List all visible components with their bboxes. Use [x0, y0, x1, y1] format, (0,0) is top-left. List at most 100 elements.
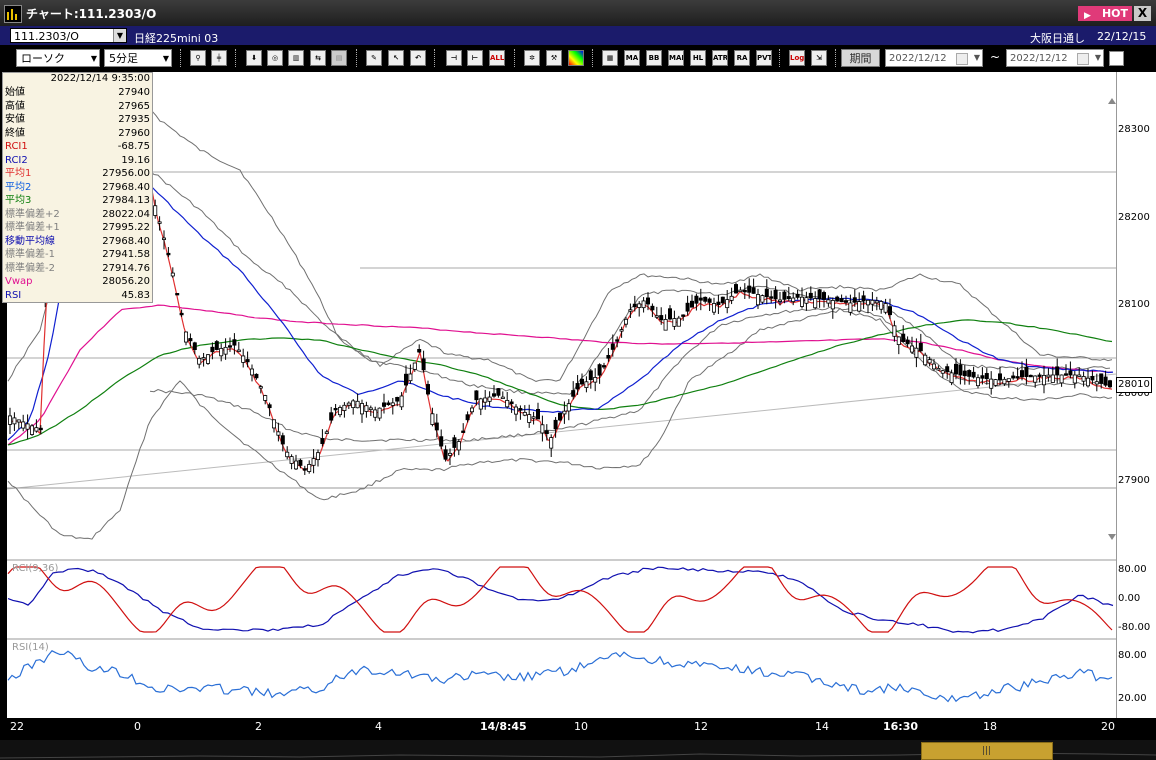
info-row: RCI2 19.16 [5, 154, 150, 167]
candle-shrink-icon[interactable]: ⊣ [446, 50, 462, 66]
info-label: RSI [5, 289, 22, 301]
scrollbar-thumb[interactable]: ||| [921, 742, 1053, 760]
table-icon[interactable]: ▦ [602, 50, 618, 66]
info-label: 平均2 [5, 181, 32, 193]
info-value: 27968.40 [102, 235, 150, 247]
disabled-tool-icon[interactable]: ▤ [331, 50, 347, 66]
info-value: 28022.04 [102, 208, 150, 220]
rsi-axis-label: 20.00 [1118, 693, 1147, 704]
info-value: 27965 [118, 100, 150, 112]
toolbar-separator [356, 49, 359, 67]
toolbar-separator [235, 49, 238, 67]
rari-button[interactable]: RA RI [734, 50, 750, 66]
time-tick-label: 20 [1101, 720, 1115, 733]
settings-icon[interactable]: ✲ [524, 50, 540, 66]
window-title: チャート:111.2303/O [26, 7, 157, 21]
price-tick-label: 28100 [1118, 299, 1150, 310]
grip-icon: ||| [982, 746, 992, 756]
price-tick-label: 28200 [1118, 212, 1150, 223]
pointer-icon[interactable]: ↖ [388, 50, 404, 66]
info-row: 標準偏差+1 27995.22 [5, 221, 150, 234]
period-button[interactable]: 期間 [841, 49, 880, 67]
symbol-code-combo[interactable]: 111.2303/O ▼ [10, 28, 127, 43]
grid-icon[interactable]: ╪ [211, 50, 227, 66]
toolbar-separator [835, 49, 838, 67]
chevron-down-icon[interactable]: ▼ [113, 29, 126, 42]
current-date: 22/12/15 [1097, 30, 1147, 43]
info-value: 19.16 [121, 154, 150, 166]
bb-button[interactable]: BB [646, 50, 662, 66]
info-row: 平均1 27956.00 [5, 167, 150, 180]
info-value: 27940 [118, 87, 150, 98]
toolbar-separator [779, 49, 782, 67]
search-chart-icon[interactable]: ◎ [267, 50, 283, 66]
date-from-field[interactable]: 2022/12/12 ▼ [885, 49, 983, 67]
info-label: RCI2 [5, 154, 28, 166]
bar-chart-icon[interactable]: ▥ [288, 50, 304, 66]
info-row: Vwap 28056.20 [5, 275, 150, 288]
info-value: -68.75 [117, 141, 150, 152]
interval-select[interactable]: 5分足 ▼ [104, 49, 172, 67]
time-tick-label: 18 [983, 720, 997, 733]
info-row: RCI1 -68.75 [5, 140, 150, 153]
info-row: 平均2 27968.40 [5, 181, 150, 194]
chevron-down-icon[interactable]: ▼ [1095, 53, 1101, 63]
info-value: 27935 [118, 114, 150, 125]
undo-icon[interactable]: ↶ [410, 50, 426, 66]
compare-icon[interactable]: ⇆ [310, 50, 326, 66]
chevron-down-icon[interactable]: ▼ [974, 53, 980, 63]
candle-expand-icon[interactable]: ⊢ [467, 50, 483, 66]
info-row: 移動平均線 27968.40 [5, 235, 150, 248]
exchange-label: 大阪日通し [1030, 32, 1085, 45]
chart-app-icon [4, 5, 22, 23]
info-value: 28056.20 [102, 276, 150, 287]
price-tick-label: 28300 [1118, 124, 1150, 135]
chevron-down-icon: ▼ [162, 54, 169, 63]
date-to-field[interactable]: 2022/12/12 ▼ [1006, 49, 1104, 67]
pencil-icon[interactable]: ✎ [366, 50, 382, 66]
calendar-icon[interactable] [956, 53, 968, 65]
period-checkbox[interactable] [1109, 51, 1124, 66]
time-tick-label: 22 [10, 720, 24, 733]
color-palette-icon[interactable] [568, 50, 584, 66]
chart-area[interactable] [7, 72, 1116, 718]
info-row: 標準偏差+2 28022.04 [5, 208, 150, 221]
rci-axis-label: 0.00 [1118, 593, 1141, 604]
info-label: 標準偏差+1 [5, 222, 60, 233]
zoom-icon[interactable]: ⚲ [190, 50, 206, 66]
window-title-bar[interactable]: チャート:111.2303/O [0, 0, 1156, 26]
chart-type-select[interactable]: ローソク ▼ [16, 49, 100, 67]
mae-button[interactable]: MAE [668, 50, 684, 66]
info-label: 高値 [5, 100, 25, 112]
pvt-button[interactable]: PVT [756, 50, 772, 66]
price-tick-label: 27900 [1118, 475, 1150, 486]
date-range-separator: ~ [990, 50, 1001, 64]
toolbar-separator [180, 49, 183, 67]
calendar-icon[interactable] [1077, 53, 1089, 65]
hl-button[interactable]: HL [690, 50, 706, 66]
download-icon[interactable]: ⬇ [246, 50, 262, 66]
time-tick-label: 14/8:45 [480, 720, 527, 733]
export-icon[interactable]: ⇲ [811, 50, 827, 66]
info-label: 終値 [5, 127, 25, 139]
toolbar-separator [592, 49, 595, 67]
all-button[interactable]: ALL [489, 50, 505, 66]
ma-button[interactable]: MA [624, 50, 640, 66]
info-label: 平均3 [5, 195, 32, 206]
info-row: 平均3 27984.13 [5, 194, 150, 207]
current-price-marker: 28010 [1116, 377, 1152, 393]
hot-button[interactable]: ▶ HOT [1078, 6, 1132, 21]
info-label: 始値 [5, 87, 25, 98]
info-label: 平均1 [5, 168, 32, 179]
time-tick-label: 4 [375, 720, 382, 733]
close-button[interactable]: X [1134, 6, 1151, 21]
rci-axis-label: -80.00 [1118, 622, 1151, 633]
info-label: 安値 [5, 114, 25, 125]
atr-button[interactable]: ATR [712, 50, 728, 66]
rsi-panel-title: RSI(14) [12, 642, 49, 653]
info-datetime: 2022/12/14 9:35:00 [50, 73, 150, 84]
log-button[interactable]: Log [789, 50, 805, 66]
wrench-icon[interactable]: ⚒ [546, 50, 562, 66]
info-label: 標準偏差-1 [5, 249, 55, 260]
info-row: 高値 27965 [5, 100, 150, 113]
